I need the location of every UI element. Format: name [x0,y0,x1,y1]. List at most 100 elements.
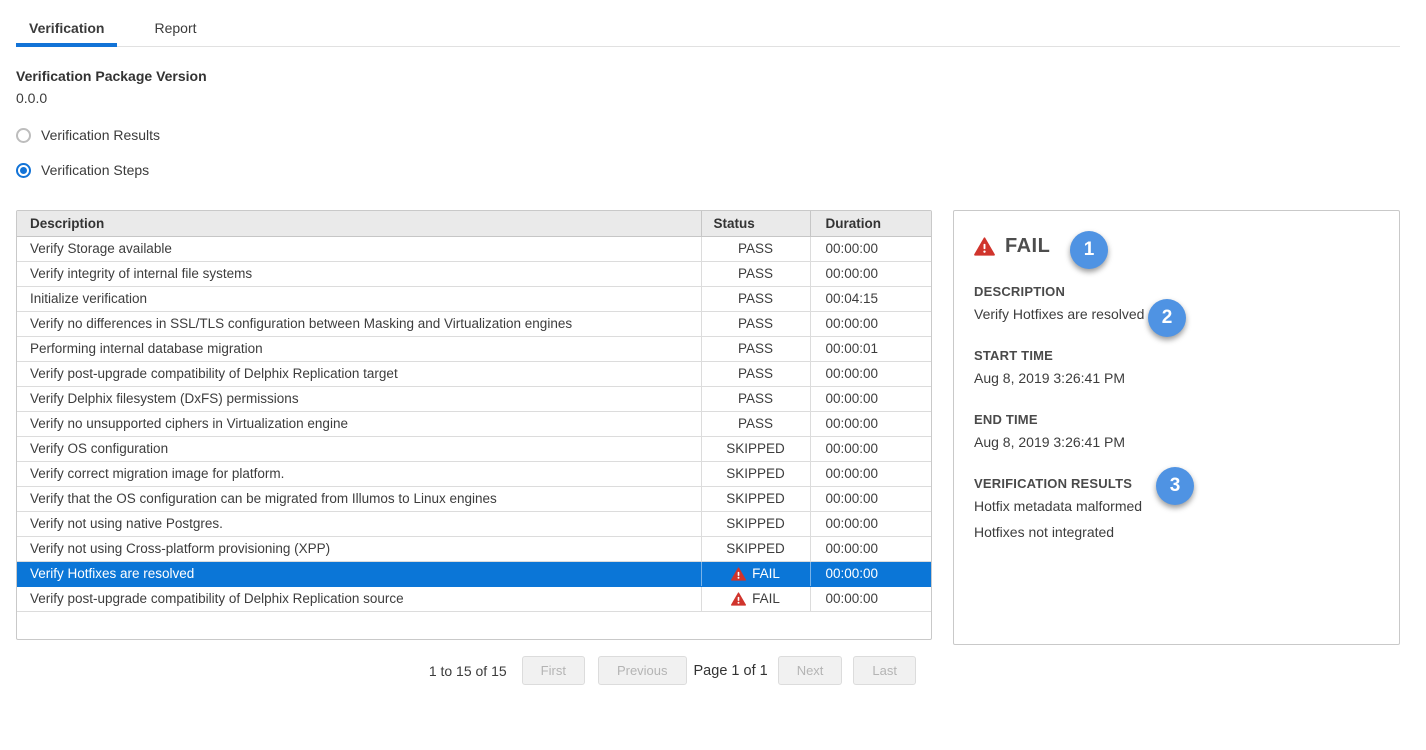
step-description-cell[interactable]: Verify correct migration image for platf… [17,461,701,486]
step-description-cell[interactable]: Verify Delphix filesystem (DxFS) permiss… [17,386,701,411]
step-status-cell[interactable]: PASS [701,361,810,386]
step-status-cell[interactable]: PASS [701,261,810,286]
radio-verification-steps[interactable]: Verification Steps [16,162,1426,178]
step-status-cell[interactable]: SKIPPED [701,461,810,486]
step-duration-cell[interactable]: 00:04:15 [810,286,931,311]
warning-triangle-icon [731,592,746,606]
main-content: Verification Package Version 0.0.0 Verif… [0,68,1426,685]
step-duration-cell[interactable]: 00:00:00 [810,586,931,611]
step-duration-cell[interactable]: 00:00:00 [810,461,931,486]
step-duration-cell[interactable]: 00:00:00 [810,436,931,461]
detail-end-time-value: Aug 8, 2019 3:26:41 PM [974,434,1379,450]
steps-table-body: Verify Storage availablePASS00:00:00Veri… [17,236,931,611]
step-status-cell[interactable]: FAIL [701,561,810,586]
detail-result-line: Hotfixes not integrated [974,524,1379,540]
step-duration-cell[interactable]: 00:00:00 [810,361,931,386]
step-duration-cell[interactable]: 00:00:00 [810,261,931,286]
step-status-cell[interactable]: SKIPPED [701,536,810,561]
verification-steps-table: Description Status Duration Verify Stora… [16,210,932,640]
view-mode-radio-group: Verification Results Verification Steps [16,127,1426,178]
step-duration-cell[interactable]: 00:00:00 [810,311,931,336]
step-description-cell[interactable]: Verify no differences in SSL/TLS configu… [17,311,701,336]
step-duration-cell[interactable]: 00:00:00 [810,536,931,561]
column-header-description: Description [17,211,701,236]
table-row[interactable]: Verify Hotfixes are resolved FAIL 00:00:00 [17,561,931,586]
table-row[interactable]: Verify that the OS configuration can be … [17,486,931,511]
detail-status-heading: FAIL [974,235,1379,258]
package-version-label: Verification Package Version [16,68,1426,84]
step-status-cell[interactable]: SKIPPED [701,511,810,536]
table-row[interactable]: Verify Delphix filesystem (DxFS) permiss… [17,386,931,411]
table-row[interactable]: Verify not using Cross-platform provisio… [17,536,931,561]
verification-page: Verification Report Verification Package… [0,14,1426,685]
table-row[interactable]: Verify Storage availablePASS00:00:00 [17,236,931,261]
detail-start-time-value: Aug 8, 2019 3:26:41 PM [974,370,1379,386]
step-detail-panel: FAIL DESCRIPTION Verify Hotfixes are res… [953,210,1400,645]
table-row[interactable]: Verify post-upgrade compatibility of Del… [17,361,931,386]
annotation-callout-1: 1 [1070,231,1108,269]
step-status-cell[interactable]: SKIPPED [701,486,810,511]
step-status-cell[interactable]: FAIL [701,586,810,611]
step-duration-cell[interactable]: 00:00:01 [810,336,931,361]
detail-description-label: DESCRIPTION [974,284,1379,299]
previous-page-button[interactable]: Previous [598,656,687,685]
table-row[interactable]: Verify integrity of internal file system… [17,261,931,286]
step-description-cell[interactable]: Verify that the OS configuration can be … [17,486,701,511]
annotation-callout-3: 3 [1156,467,1194,505]
radio-label: Verification Steps [41,162,149,178]
radio-label: Verification Results [41,127,160,143]
warning-triangle-icon [731,567,746,581]
step-description-cell[interactable]: Verify Storage available [17,236,701,261]
step-status-cell[interactable]: PASS [701,311,810,336]
tab-report[interactable]: Report [141,14,209,47]
step-status-cell[interactable]: PASS [701,386,810,411]
step-description-cell[interactable]: Verify not using Cross-platform provisio… [17,536,701,561]
table-row[interactable]: Initialize verificationPASS00:04:15 [17,286,931,311]
detail-end-time-label: END TIME [974,412,1379,427]
step-status-cell[interactable]: PASS [701,336,810,361]
step-duration-cell[interactable]: 00:00:00 [810,386,931,411]
package-version-value: 0.0.0 [16,90,1426,106]
step-description-cell[interactable]: Verify OS configuration [17,436,701,461]
table-row[interactable]: Verify not using native Postgres.SKIPPED… [17,511,931,536]
radio-button-icon[interactable] [16,163,31,178]
status-text: FAIL [752,566,780,581]
table-row[interactable]: Verify no differences in SSL/TLS configu… [17,311,931,336]
step-duration-cell[interactable]: 00:00:00 [810,511,931,536]
step-duration-cell[interactable]: 00:00:00 [810,236,931,261]
table-row[interactable]: Performing internal database migrationPA… [17,336,931,361]
step-description-cell[interactable]: Verify Hotfixes are resolved [17,561,701,586]
last-page-button[interactable]: Last [853,656,916,685]
step-description-cell[interactable]: Performing internal database migration [17,336,701,361]
step-description-cell[interactable]: Verify post-upgrade compatibility of Del… [17,586,701,611]
columns-layout: Description Status Duration Verify Stora… [16,210,1426,685]
first-page-button[interactable]: First [522,656,585,685]
step-status-cell[interactable]: SKIPPED [701,436,810,461]
step-duration-cell[interactable]: 00:00:00 [810,561,931,586]
next-page-button[interactable]: Next [778,656,843,685]
step-description-cell[interactable]: Verify post-upgrade compatibility of Del… [17,361,701,386]
radio-verification-results[interactable]: Verification Results [16,127,1426,143]
step-description-cell[interactable]: Verify integrity of internal file system… [17,261,701,286]
status-text: FAIL [752,591,780,606]
detail-status-text: FAIL [1005,235,1050,258]
step-status-cell[interactable]: PASS [701,286,810,311]
step-description-cell[interactable]: Initialize verification [17,286,701,311]
step-duration-cell[interactable]: 00:00:00 [810,411,931,436]
table-column: Description Status Duration Verify Stora… [16,210,932,685]
table-row[interactable]: Verify no unsupported ciphers in Virtual… [17,411,931,436]
table-row[interactable]: Verify OS configurationSKIPPED00:00:00 [17,436,931,461]
radio-button-icon[interactable] [16,128,31,143]
step-status-cell[interactable]: PASS [701,236,810,261]
table-row[interactable]: Verify post-upgrade compatibility of Del… [17,586,931,611]
column-header-status: Status [701,211,810,236]
step-description-cell[interactable]: Verify not using native Postgres. [17,511,701,536]
tab-verification[interactable]: Verification [16,14,117,47]
pagination: 1 to 15 of 15 First Previous Page 1 of 1… [16,656,932,685]
step-status-cell[interactable]: PASS [701,411,810,436]
detail-start-time-label: START TIME [974,348,1379,363]
table-row[interactable]: Verify correct migration image for platf… [17,461,931,486]
warning-triangle-icon [974,237,995,256]
step-description-cell[interactable]: Verify no unsupported ciphers in Virtual… [17,411,701,436]
step-duration-cell[interactable]: 00:00:00 [810,486,931,511]
